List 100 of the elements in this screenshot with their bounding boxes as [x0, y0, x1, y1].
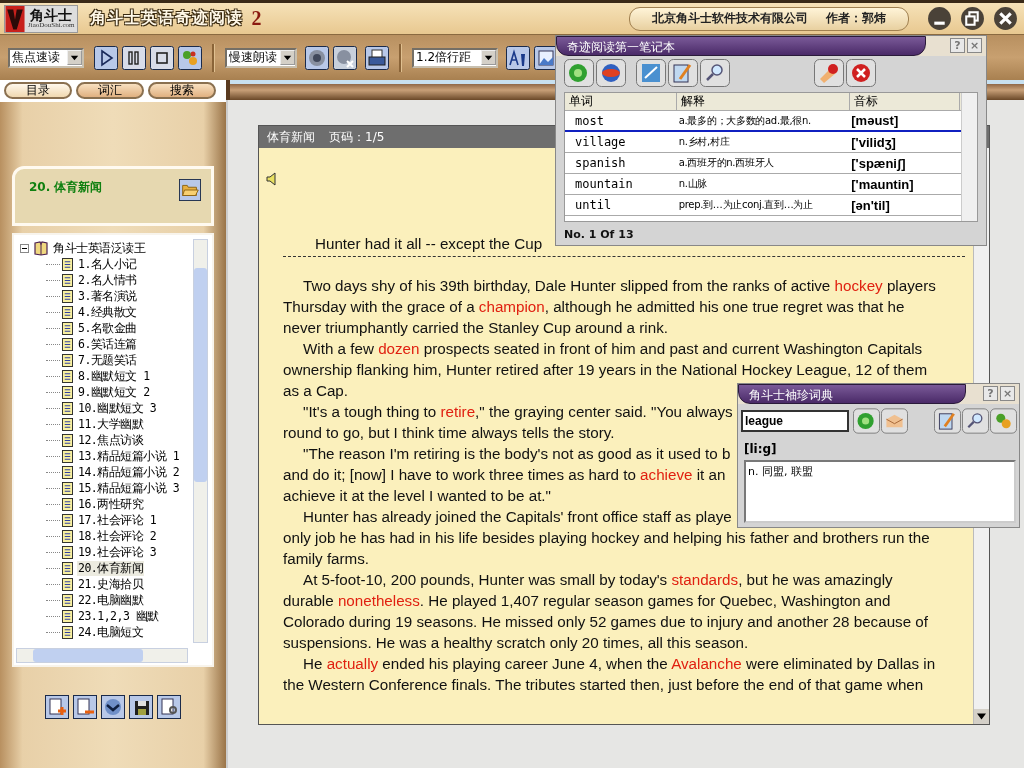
vertical-scrollbar[interactable]: [193, 239, 208, 643]
phonetic-text: [li:g]: [743, 441, 778, 458]
column-header[interactable]: 音标: [850, 93, 960, 110]
text-line: achieve it at the level I wanted to be at.": [283, 486, 551, 506]
restore-button[interactable]: [960, 6, 985, 31]
reading-mode-dropdown[interactable]: 焦点速读: [8, 47, 84, 68]
globe-icon[interactable]: [596, 59, 626, 87]
document-icon: [62, 433, 73, 447]
close-button[interactable]: [993, 6, 1018, 31]
search-icon[interactable]: [962, 408, 989, 434]
tree-item[interactable]: 13.精品短篇小说 1: [77, 448, 181, 464]
tree-item[interactable]: 4.经典散文: [77, 304, 138, 320]
tree-item[interactable]: 14.精品短篇小说 2: [77, 464, 181, 480]
tree-item[interactable]: 12.焦点访谈: [77, 432, 145, 448]
document-category: 体育新闻: [267, 128, 315, 146]
search-icon[interactable]: [700, 59, 730, 87]
document-icon: [62, 497, 73, 511]
tree-item[interactable]: 8.幽默短文 1: [77, 368, 151, 384]
tree-item[interactable]: 11.大学幽默: [77, 416, 145, 432]
horizontal-scrollbar[interactable]: [16, 648, 188, 663]
document-icon: [62, 513, 73, 527]
word-row[interactable]: village n.乡村,村庄 ['vilidʒ]: [565, 132, 961, 153]
tree-item[interactable]: 23.1,2,3 幽默: [77, 608, 160, 624]
sidebar-tab[interactable]: 目录: [4, 82, 72, 99]
column-header[interactable]: 解释: [677, 93, 850, 110]
tree-item[interactable]: 9.幽默短文 2: [77, 384, 151, 400]
text-line: Thursday with the grace of a champion, although he admitted his one true regret was that he: [283, 297, 905, 317]
tree-item[interactable]: 21.史海拾贝: [77, 576, 145, 592]
phonetic-cell-text: [məust]: [850, 113, 900, 128]
tree-item[interactable]: 24.电脑短文: [77, 624, 145, 640]
envelope-icon[interactable]: [881, 408, 908, 434]
tree-item[interactable]: 16.两性研究: [77, 496, 145, 512]
meaning-cell-text: a.西班牙的n.西班牙人: [677, 156, 775, 170]
sidebar-tab[interactable]: 搜索: [148, 82, 216, 99]
pause-icon[interactable]: [122, 45, 146, 70]
word-row[interactable]: most a.最多的；大多数的ad.最,很n. [məust]: [565, 111, 961, 132]
document-icon: [62, 529, 73, 543]
word-cell-text: mountain: [574, 177, 634, 191]
tree-item[interactable]: 22.电脑幽默: [77, 592, 145, 608]
line-spacing-dropdown[interactable]: 1.2倍行距: [412, 47, 498, 68]
help-button[interactable]: ?: [983, 386, 998, 401]
collapse-icon[interactable]: [20, 243, 29, 253]
puzzle-icon[interactable]: [178, 45, 202, 70]
remove-page-icon[interactable]: [73, 695, 97, 719]
close-button[interactable]: ×: [967, 38, 982, 53]
search-page-icon[interactable]: [157, 695, 181, 719]
tree-item[interactable]: 2.名人情书: [77, 272, 138, 288]
tree-root-label[interactable]: 角斗士英语泛读王: [52, 240, 146, 256]
phonetic-cell-text: [ən'til]: [850, 197, 891, 213]
printer-icon[interactable]: [365, 45, 389, 70]
text-line: the Western Conference finals. The tributes started then, just before the end of that game when: [283, 675, 924, 695]
word-row[interactable]: spanish a.西班牙的n.西班牙人 ['spæniʃ]: [565, 153, 961, 174]
column-header[interactable]: 单词: [565, 93, 677, 110]
meaning-cell-text: n.山脉: [677, 177, 709, 191]
word-cell-text: village: [574, 135, 627, 149]
tree-item[interactable]: 7.无题笑话: [77, 352, 138, 368]
text-line: suspensions. He was a healthy scratch only 20 times, all this season.: [283, 633, 749, 653]
save-icon[interactable]: [129, 695, 153, 719]
chevron-down-icon[interactable]: [101, 695, 125, 719]
speaker-icon[interactable]: [265, 172, 279, 186]
speech-mode-dropdown[interactable]: 慢速朗读: [225, 47, 297, 68]
document-icon: [62, 369, 73, 383]
text-line: Hunter has already joined the Capitals' front office staff as playe: [302, 507, 732, 527]
tree-item[interactable]: 17.社会评论 1: [77, 512, 158, 528]
tree-item[interactable]: 6.笑话连篇: [77, 336, 138, 352]
word-row[interactable]: mountain n.山脉 ['mauntin]: [565, 174, 961, 195]
document-icon: [62, 465, 73, 479]
delete-icon[interactable]: [846, 59, 876, 87]
tree-item[interactable]: 19.社会评论 3: [77, 544, 158, 560]
tree-item[interactable]: 3.著名演说: [77, 288, 138, 304]
app-title: 角斗士英语奇迹阅读: [90, 8, 244, 29]
mute-icon[interactable]: [333, 45, 357, 70]
folder-icon[interactable]: [179, 179, 201, 201]
help-button[interactable]: ?: [950, 38, 965, 53]
edit-icon[interactable]: [668, 59, 698, 87]
word-cell-text: spanish: [574, 156, 627, 170]
font-icon[interactable]: [506, 45, 530, 70]
tree-item[interactable]: 5.名歌金曲: [77, 320, 138, 336]
text-line: Two days shy of his 39th birthday, Dale Hunter slipped from the ranks of active hockey players: [302, 276, 936, 296]
tree-item[interactable]: 18.社会评论 2: [77, 528, 158, 544]
tree-item[interactable]: 10.幽默短文 3: [77, 400, 158, 416]
minimize-button[interactable]: [927, 6, 952, 31]
document-icon: [62, 577, 73, 591]
edit-icon[interactable]: [934, 408, 961, 434]
document-icon: [62, 545, 73, 559]
logo-mark-icon: [5, 5, 25, 32]
text-line: family farms.: [283, 549, 370, 569]
tree-item[interactable]: 20.体育新闻: [77, 560, 145, 576]
sidebar-tab[interactable]: 词汇: [76, 82, 144, 99]
vertical-scrollbar[interactable]: [961, 93, 977, 221]
speaker-icon[interactable]: [305, 45, 329, 70]
stop-icon[interactable]: [150, 45, 174, 70]
image-icon[interactable]: [534, 45, 558, 70]
word-input-field[interactable]: league: [741, 410, 849, 432]
tree-item[interactable]: 15.精品短篇小说 3: [77, 480, 181, 496]
word-row[interactable]: until prep.到…为止conj.直到…为止 [ən'til]: [565, 195, 961, 216]
add-page-icon[interactable]: [45, 695, 69, 719]
tree-item[interactable]: 1.名人小记: [77, 256, 138, 272]
play-icon[interactable]: [94, 45, 118, 70]
close-button[interactable]: ×: [1000, 386, 1015, 401]
